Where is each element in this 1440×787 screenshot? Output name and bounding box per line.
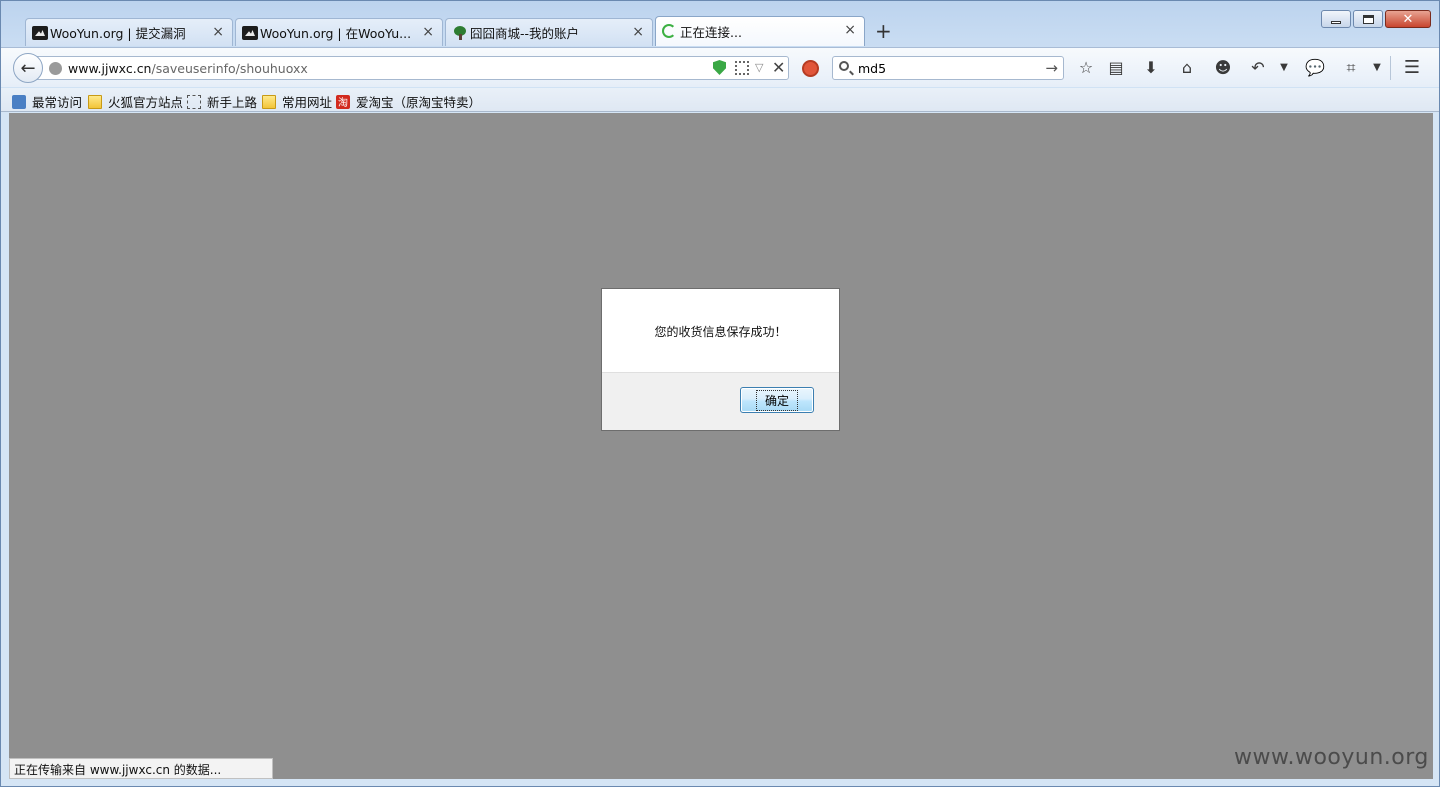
tab-strip: WooYun.org | 提交漏洞 × WooYun.org | 在WooYu.… — [9, 16, 1329, 46]
minimize-button[interactable] — [1321, 10, 1351, 28]
maximize-button[interactable] — [1353, 10, 1383, 28]
tab-connecting[interactable]: 正在连接... × — [655, 16, 865, 46]
adblock-icon[interactable] — [802, 60, 819, 77]
globe-icon — [49, 62, 62, 75]
qr-code-icon[interactable] — [735, 61, 749, 75]
dialog-footer: 确定 — [602, 372, 839, 430]
bookmark-aitaobao[interactable]: 淘 爱淘宝（原淘宝特卖） — [336, 92, 481, 111]
bookmark-most-visited[interactable]: 最常访问 — [12, 92, 82, 111]
close-icon: ✕ — [1402, 11, 1414, 27]
bookmark-label: 爱淘宝（原淘宝特卖） — [356, 95, 482, 110]
security-shield-icon[interactable] — [713, 60, 726, 75]
bookmark-getting-started[interactable]: 新手上路 — [187, 92, 257, 111]
dialog-message: 您的收货信息保存成功！ — [654, 324, 787, 339]
tab-wooyun-search[interactable]: WooYun.org | 在WooYu... × — [235, 18, 443, 46]
bookmark-label: 火狐官方站点 — [108, 95, 184, 110]
close-tab-icon[interactable]: × — [212, 25, 224, 39]
wooyun-icon — [242, 26, 258, 40]
alert-dialog: 您的收货信息保存成功！ 确定 — [601, 288, 840, 431]
wooyun-icon — [32, 26, 48, 40]
bookmarks-menu-icon[interactable]: ▤ — [1105, 57, 1127, 79]
close-tab-icon[interactable]: × — [422, 25, 434, 39]
minimize-icon — [1331, 20, 1341, 24]
folder-icon — [262, 94, 276, 109]
maximize-icon — [1362, 14, 1374, 24]
tab-title: 囧囧商城--我的账户 — [470, 26, 580, 41]
most-visited-icon — [12, 94, 26, 109]
close-tab-icon[interactable]: × — [632, 25, 644, 39]
tab-wooyun-submit[interactable]: WooYun.org | 提交漏洞 × — [25, 18, 233, 46]
window-controls: ✕ — [1321, 10, 1431, 28]
bookmark-firefox-sites[interactable]: 火狐官方站点 — [88, 92, 183, 111]
url-text[interactable]: www.jjwxc.cn/saveuserinfo/shouhuoxx — [68, 61, 308, 76]
bookmark-label: 最常访问 — [32, 95, 83, 110]
bookmark-common-sites[interactable]: 常用网址 — [262, 92, 332, 111]
new-tab-button[interactable]: + — [875, 20, 892, 42]
url-dropdown-icon[interactable]: ▽ — [755, 61, 763, 74]
download-icon[interactable]: ⬇ — [1140, 57, 1162, 79]
folder-icon — [88, 94, 102, 109]
ok-button-label: 确定 — [755, 389, 798, 411]
toolbar-divider — [1390, 56, 1391, 80]
watermark: www.wooyun.org — [1234, 745, 1429, 770]
status-bar: 正在传输来自 www.jjwxc.cn 的数据... — [9, 758, 273, 779]
url-bar[interactable]: www.jjwxc.cn/saveuserinfo/shouhuoxx ▽ ✕ — [31, 56, 789, 80]
tree-icon — [452, 26, 468, 40]
hamburger-menu-icon[interactable]: ☰ — [1401, 57, 1423, 79]
undo-dropdown-icon[interactable]: ▼ — [1273, 57, 1295, 79]
bookmark-label: 新手上路 — [207, 95, 258, 110]
smiley-feedback-icon[interactable]: ☻ — [1212, 57, 1234, 79]
page-content-overlay: 您的收货信息保存成功！ 确定 — [9, 113, 1433, 779]
loading-spinner-icon — [662, 24, 676, 38]
nav-toolbar: ← www.jjwxc.cn/saveuserinfo/shouhuoxx ▽ … — [1, 47, 1439, 87]
stop-loading-icon[interactable]: ✕ — [772, 58, 785, 77]
close-tab-icon[interactable]: × — [844, 23, 856, 37]
ok-button[interactable]: 确定 — [740, 387, 814, 413]
taobao-icon: 淘 — [336, 94, 350, 109]
dotted-page-icon — [187, 94, 201, 109]
url-path: /saveuserinfo/shouhuoxx — [151, 61, 308, 76]
bookmark-star-icon[interactable]: ☆ — [1075, 57, 1097, 79]
search-input[interactable]: md5 — [858, 61, 886, 76]
back-button[interactable]: ← — [13, 53, 43, 83]
bookmark-label: 常用网址 — [282, 95, 333, 110]
bookmarks-toolbar: 最常访问 火狐官方站点 新手上路 常用网址 淘 爱淘宝（原淘宝特卖） — [1, 88, 1439, 112]
tab-title: 正在连接... — [680, 25, 742, 40]
chat-bubble-icon[interactable]: 💬 — [1304, 57, 1326, 79]
search-bar[interactable]: md5 → — [832, 56, 1064, 80]
close-window-button[interactable]: ✕ — [1385, 10, 1431, 28]
tab-title: WooYun.org | 在WooYu... — [260, 26, 410, 41]
crop-screenshot-icon[interactable]: ⌗ — [1340, 57, 1362, 79]
browser-window: WooYun.org | 提交漏洞 × WooYun.org | 在WooYu.… — [0, 0, 1440, 787]
tab-title: WooYun.org | 提交漏洞 — [50, 26, 186, 41]
tab-jjwxc-account[interactable]: 囧囧商城--我的账户 × — [445, 18, 653, 46]
back-arrow-icon: ← — [20, 57, 36, 79]
screenshot-dropdown-icon[interactable]: ▼ — [1366, 57, 1388, 79]
undo-close-tab-icon[interactable]: ↶ — [1247, 57, 1269, 79]
search-go-icon[interactable]: → — [1045, 59, 1058, 77]
home-icon[interactable]: ⌂ — [1176, 57, 1198, 79]
search-icon — [839, 61, 849, 71]
url-host: www.jjwxc.cn — [68, 61, 152, 76]
